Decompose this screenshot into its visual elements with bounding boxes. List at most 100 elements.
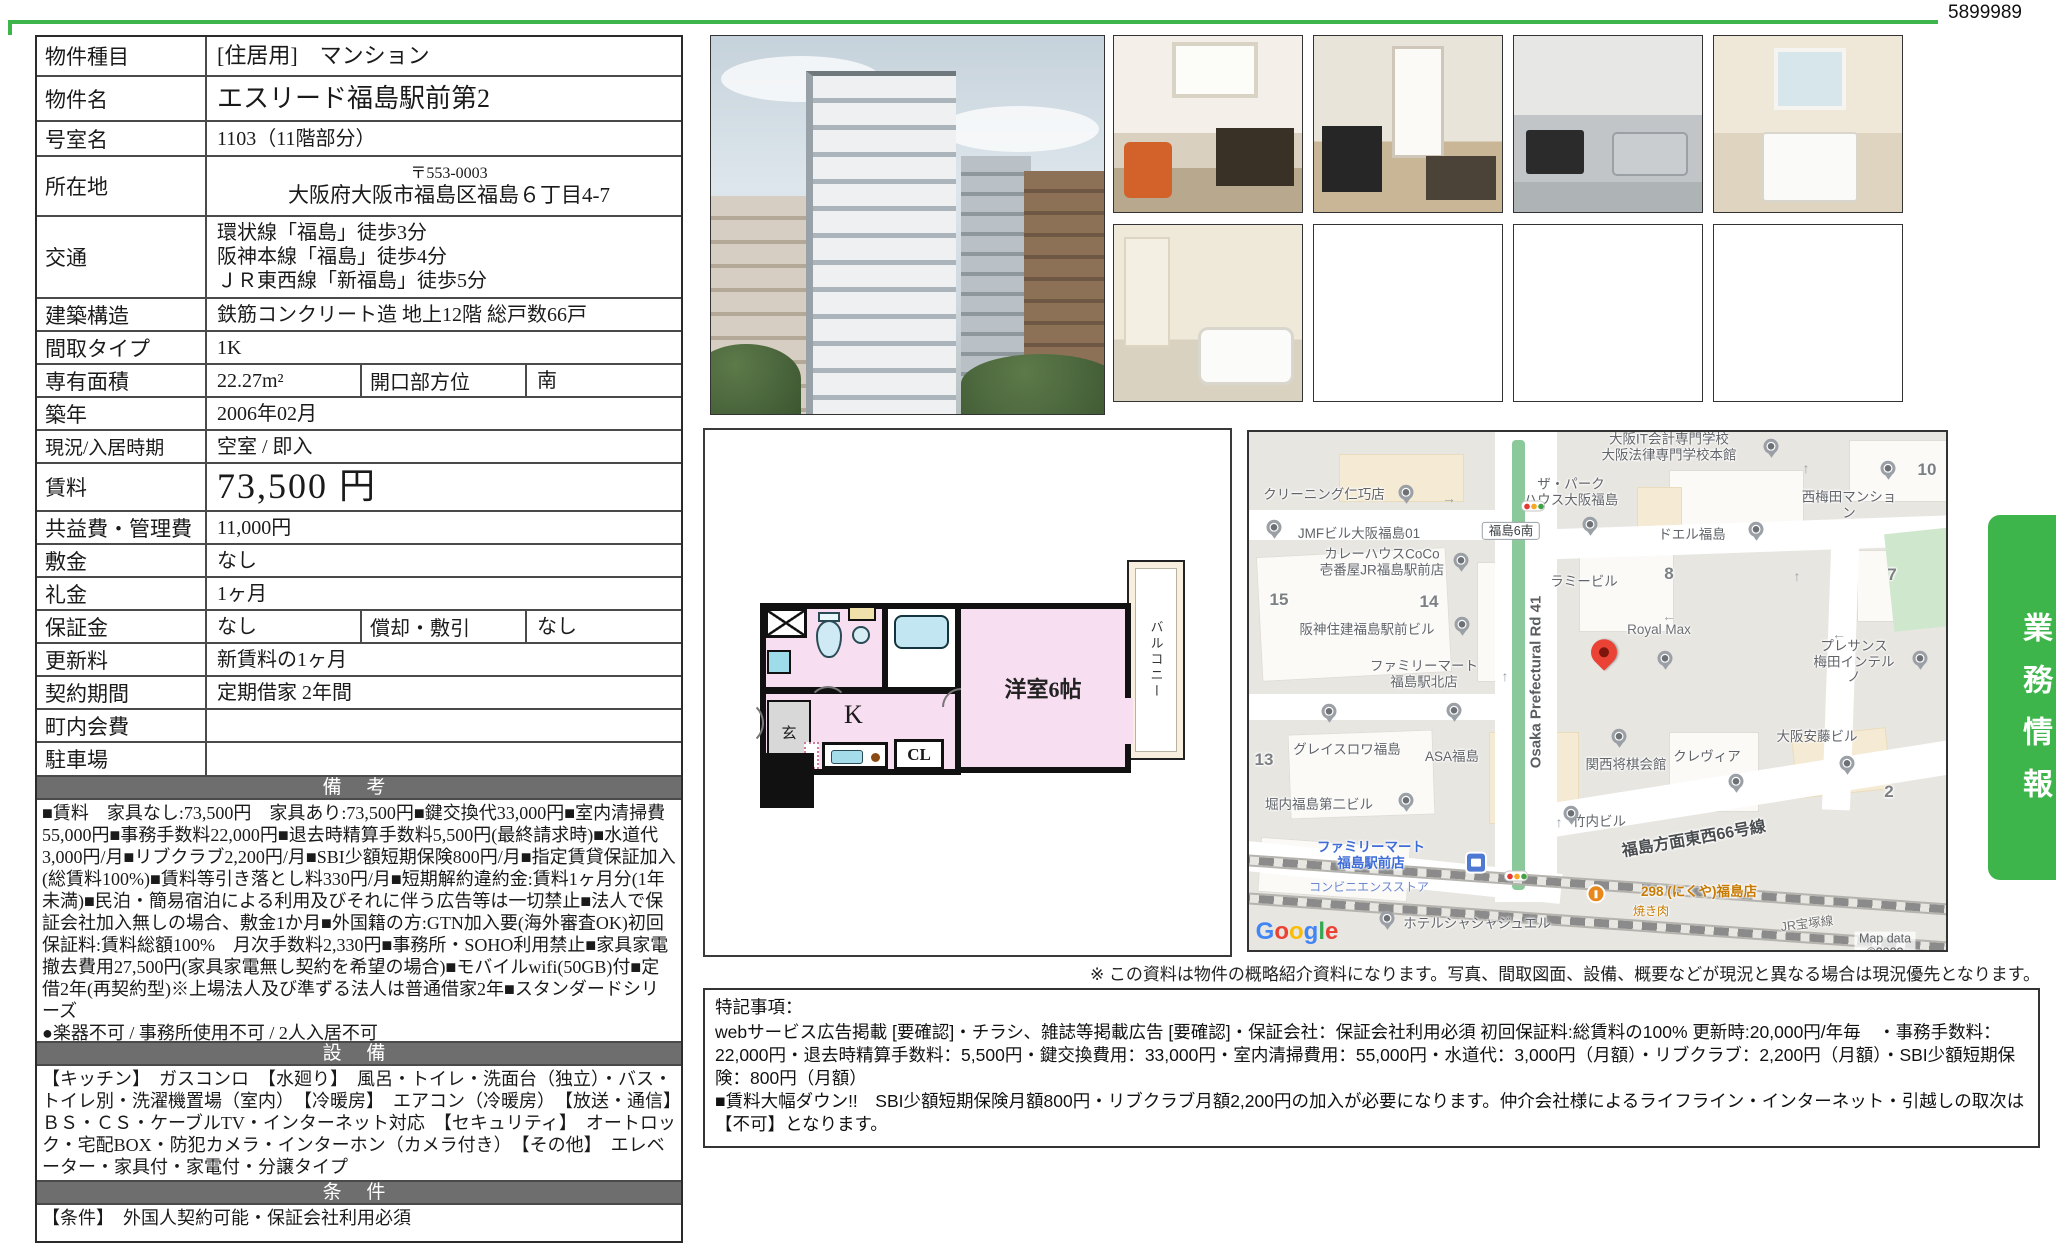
row-value: 定期借家 2年間: [207, 677, 681, 708]
map-label: プレサンス 梅田インテルノ: [1808, 639, 1900, 686]
map-pin: [1564, 806, 1579, 821]
map-label: ラミービル: [1550, 574, 1618, 590]
row-label: 契約期間: [37, 677, 207, 708]
table-row: 物件名 エスリード福島駅前第2: [37, 77, 681, 122]
map-pin: [1267, 520, 1282, 535]
map-label: ←: [1832, 626, 1846, 642]
disclaimer-note: ※ この資料は物件の概略紹介資料になります。写真、間取図面、設備、概要などが現況…: [740, 960, 2040, 985]
row-value-2: 南: [527, 365, 681, 396]
map-label: Royal Max: [1627, 622, 1691, 638]
map-pin: [1322, 704, 1337, 719]
map-pin: [1764, 439, 1779, 454]
map-label: 8: [1664, 564, 1673, 584]
special-notes-body: ■賃料大幅ダウン!! SBI少額短期保険月額800円・リブクラブ月額2,200円…: [715, 1090, 2028, 1136]
property-table: 物件種目 [住居用] マンション 物件名 エスリード福島駅前第2 号室名 110…: [35, 35, 683, 1243]
map-pin: [1749, 522, 1764, 537]
table-row: 物件種目 [住居用] マンション: [37, 37, 681, 77]
row-label: 町内会費: [37, 710, 207, 741]
remarks-header: 備 考: [37, 777, 681, 800]
table-row: 築年 2006年02月: [37, 398, 681, 431]
burner-icon: [871, 753, 880, 762]
balcony-label: バルコニー: [1147, 620, 1166, 700]
row-value: 1103（11階部分）: [207, 122, 681, 155]
row-value: 鉄筋コンクリート造 地上12階 総戸数66戸: [207, 299, 681, 330]
destination-pin: [1586, 634, 1623, 671]
desk-shape: [1216, 128, 1294, 186]
row-label: 共益費・管理費: [37, 512, 207, 543]
floor-plan-drawing: バルコニー 洋室6帖 玄 K CL: [752, 558, 1187, 810]
closet-area: CL: [894, 739, 944, 770]
counter-icon: [848, 606, 876, 621]
top-green-line: [8, 20, 1938, 24]
map-block: [1669, 470, 1804, 528]
table-row: 礼金 1ヶ月: [37, 578, 681, 611]
row-label: 築年: [37, 398, 207, 429]
map-label: 堀内福島第二ビル: [1265, 797, 1373, 813]
location-map: クリーニング仁巧店JMFビル大阪福島01カレーハウスCoCo 壱番屋JR福島駅前…: [1247, 430, 1948, 952]
map-pin: [1380, 911, 1395, 926]
remarks-text: ■賃料 家具なし:73,500円 家具あり:73,500円■鍵交換代33,000…: [37, 800, 681, 1043]
map-label: ↑: [1502, 668, 1509, 684]
table-row: 更新料 新賃料の1ヶ月: [37, 644, 681, 677]
map-pin: [1840, 756, 1855, 771]
table-row: 保証金 なし 償却・敷引 なし: [37, 611, 681, 644]
map-label: ←: [1662, 608, 1676, 624]
map-label: 15: [1270, 590, 1289, 610]
table-row: 町内会費: [37, 710, 681, 743]
conditions-text: 【条件】 外国人契約可能・保証会社利用必須: [37, 1205, 681, 1241]
window-shape: [1172, 42, 1258, 98]
map-pin: [1729, 774, 1744, 789]
row-value: 1K: [207, 332, 681, 363]
map-pin: [1612, 729, 1627, 744]
map-label: コンビニエンスストア: [1309, 881, 1429, 895]
bathtub-shape: [1198, 327, 1294, 385]
shelf-shape: [1124, 237, 1170, 347]
pillar-shape: [760, 753, 814, 808]
washbasin-photo: [1713, 35, 1903, 213]
map-pin: [1913, 651, 1928, 666]
map-label: ↑: [1794, 568, 1801, 584]
table-row: 賃料 73,500 円: [37, 464, 681, 512]
map-label: ファミリーマート 福島駅北店: [1370, 658, 1478, 689]
door-shape: [1392, 46, 1444, 158]
google-logo: Google: [1256, 918, 1339, 946]
special-notes-box: 特記事項： webサービス広告掲載 [要確認]・チラシ、雑誌等掲載広告 [要確認…: [703, 988, 2040, 1148]
sink-shape: [1612, 132, 1688, 176]
row-value: なし: [207, 611, 360, 642]
map-label: グレイスロワ福島: [1293, 742, 1401, 758]
row-value-2: なし: [527, 611, 681, 642]
tree-shape: [961, 354, 1105, 414]
row-value: [207, 743, 681, 775]
map-label: 阪神住建福島駅前ビル: [1300, 622, 1435, 638]
map-label: →: [1442, 490, 1456, 506]
map-label: カレーハウスCoCo 壱番屋JR福島駅前店: [1320, 546, 1445, 577]
kitchen-sink-icon: [831, 750, 863, 764]
map-label: クレヴィア: [1673, 749, 1741, 765]
address: 大阪府大阪市福島区福島６丁目4-7: [288, 183, 610, 207]
map-pin: [1399, 793, 1414, 808]
map-pin: [1455, 617, 1470, 632]
bathroom-photo: [1113, 224, 1303, 402]
map-label: 竹内ビル: [1572, 814, 1626, 830]
top-left-green-tick: [8, 20, 12, 35]
special-notes-title: 特記事項：: [715, 996, 2028, 1019]
map-pin: [1454, 553, 1469, 568]
empty-photo-slot: [1313, 224, 1503, 402]
empty-photo-slot: [1513, 224, 1703, 402]
row-value: 2006年02月: [207, 398, 681, 429]
tab-business-info[interactable]: 業務情報: [1988, 515, 2056, 880]
row-label: 更新料: [37, 644, 207, 675]
row-value: 新賃料の1ヶ月: [207, 644, 681, 675]
row-label-2: 償却・敷引: [360, 611, 527, 642]
property-name: エスリード福島駅前第2: [207, 77, 681, 120]
restaurant-pin: [1587, 884, 1606, 903]
conditions-header: 条 件: [37, 1182, 681, 1205]
table-row: 間取タイプ 1K: [37, 332, 681, 365]
transit-lines: 環状線「福島」徒歩3分 阪神本線「福島」徒歩4分 ＪＲ東西線「新福島」徒歩5分: [207, 217, 681, 297]
postal-code: 〒553-0003: [410, 165, 487, 183]
convenience-store-pin: [1465, 852, 1487, 874]
table-row: 建築構造 鉄筋コンクリート造 地上12階 総戸数66戸: [37, 299, 681, 332]
bath-room-area: [882, 603, 961, 693]
row-label: 建築構造: [37, 299, 207, 330]
table-row: 所在地 〒553-0003 大阪府大阪市福島区福島６丁目4-7: [37, 157, 681, 217]
